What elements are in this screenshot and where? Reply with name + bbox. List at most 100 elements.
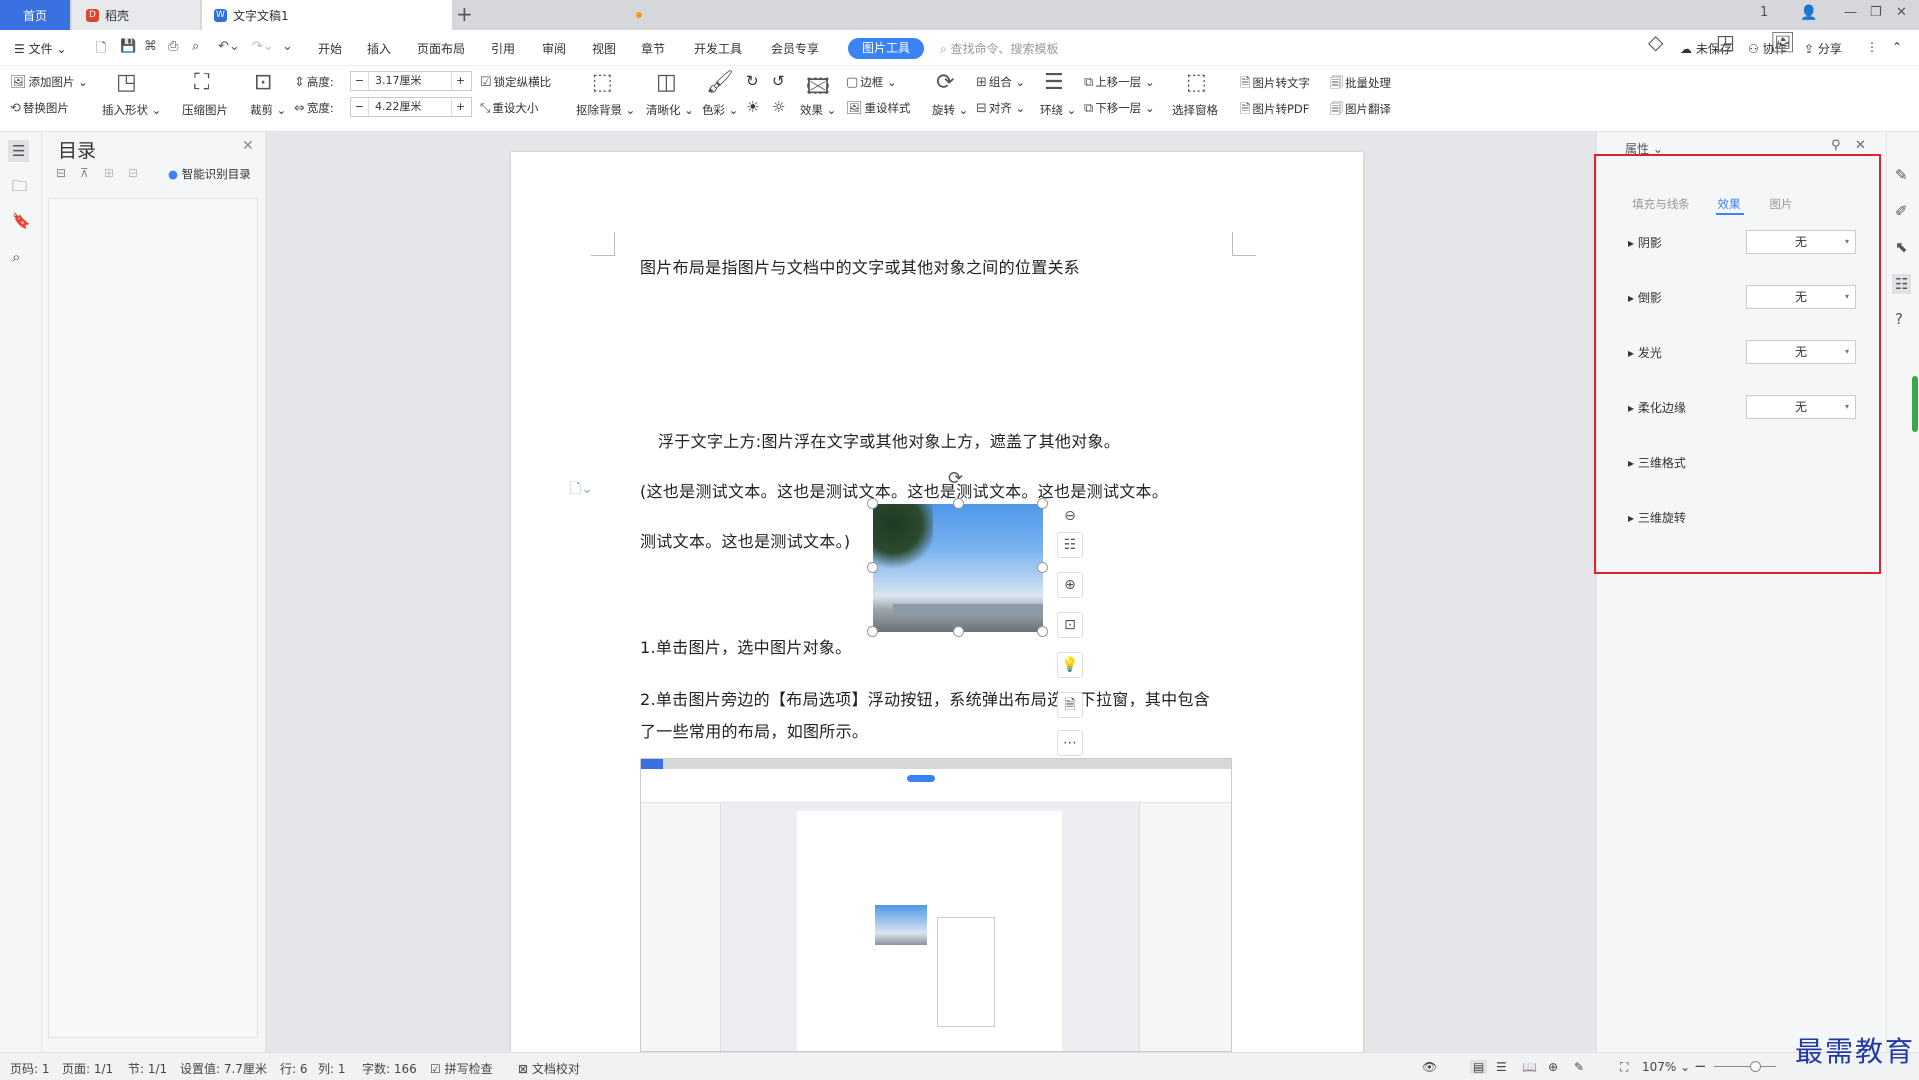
spell-check-button[interactable]: ☑ 拼写检查 [430, 1060, 493, 1077]
save-icon[interactable]: 💾 [120, 39, 136, 54]
pic-to-text-button[interactable]: 🗎 图片转文字 [1240, 74, 1310, 96]
doc-paragraph[interactable]: 2.单击图片旁边的【布局选项】浮动按钮，系统弹出布局选项下拉窗，其中包含 [640, 686, 1210, 710]
paragraph-marker-icon[interactable]: 🗋⌄ [570, 478, 593, 502]
toc-collapse-all-icon[interactable]: ⊟ [56, 166, 66, 180]
properties-icon[interactable]: ☷ [1892, 274, 1912, 294]
menu-reference[interactable]: 引用 [491, 40, 515, 57]
resize-handle[interactable] [1037, 626, 1048, 637]
style-icon[interactable]: ✎ [1895, 166, 1908, 184]
bring-forward-button[interactable]: ⧉ 上移一层 ⌄ [1084, 74, 1155, 90]
width-increase-button[interactable]: + [451, 98, 469, 116]
write-view-icon[interactable]: ✎ [1574, 1060, 1584, 1074]
height-decrease-button[interactable]: − [351, 72, 369, 90]
zoom-slider-track[interactable] [1714, 1066, 1776, 1067]
eye-protect-icon[interactable]: 👁 [1422, 1060, 1437, 1074]
rotate-left-icon[interactable]: ↻ [746, 72, 759, 90]
crop-float-icon[interactable]: ⊡ [1057, 612, 1083, 638]
more-icon[interactable]: ⋮ [1866, 40, 1878, 54]
selected-picture[interactable] [873, 504, 1043, 632]
status-page-num[interactable]: 页码: 1 [10, 1060, 50, 1077]
zoom-out-button[interactable]: − [1694, 1057, 1707, 1075]
embedded-screenshot-image[interactable] [640, 758, 1232, 1052]
wrap-button[interactable]: 环绕 ⌄ [1040, 102, 1076, 118]
tab-home[interactable]: 首页 [0, 0, 70, 30]
height-input[interactable]: 3.17厘米 [369, 72, 451, 90]
width-decrease-button[interactable]: − [351, 98, 369, 116]
status-row[interactable]: 行: 6 [280, 1060, 308, 1077]
status-setting[interactable]: 设置值: 7.7厘米 [180, 1060, 267, 1077]
share-button[interactable]: ⇪ 分享 [1804, 40, 1842, 57]
status-section[interactable]: 节: 1/1 [128, 1060, 167, 1077]
zoom-picture-icon[interactable]: ⊕ [1057, 572, 1083, 598]
menu-start[interactable]: 开始 [318, 40, 342, 57]
doc-paragraph[interactable]: (这也是测试文本。这也是测试文本。这也是测试文本。这也是测试文本。 [640, 478, 1168, 502]
resize-handle[interactable] [1037, 498, 1048, 509]
send-backward-button[interactable]: ⧉ 下移一层 ⌄ [1084, 100, 1155, 116]
tab-document[interactable]: W 文字文稿1 [202, 0, 642, 30]
nav-pane-icon[interactable]: 🗀 [12, 176, 27, 201]
batch-button[interactable]: 🗐 批量处理 [1330, 74, 1391, 96]
width-stepper[interactable]: −4.22厘米 + [350, 97, 472, 117]
align-button[interactable]: ⊟ 对齐 ⌄ [976, 100, 1025, 116]
brightness-down-icon[interactable]: ☼ [772, 98, 785, 116]
zoom-dropdown[interactable]: 107% ⌄ [1642, 1060, 1690, 1074]
new-doc-icon[interactable]: 🗋 [96, 39, 106, 61]
toc-close-icon[interactable]: ✕ [242, 138, 254, 154]
doc-paragraph[interactable]: 测试文本。这也是测试文本。) [640, 528, 850, 552]
menu-review[interactable]: 审阅 [542, 40, 566, 57]
reset-style-button[interactable]: 🖼 重设样式 [846, 100, 911, 116]
rotate-button[interactable]: 旋转 ⌄ [932, 102, 968, 118]
menu-page-layout[interactable]: 页面布局 [417, 40, 465, 57]
panel-close-icon[interactable]: ✕ [1855, 138, 1866, 153]
avatar[interactable]: 👤 [1800, 5, 1817, 21]
pic-translate-button[interactable]: 🗐 图片翻译 [1330, 100, 1391, 122]
toc-up-icon[interactable]: ⊼ [80, 166, 89, 180]
border-button[interactable]: ▢ 边框 ⌄ [846, 74, 897, 90]
toc-remove-icon[interactable]: ⊟ [128, 166, 138, 180]
brightness-up-icon[interactable]: ☀ [746, 98, 759, 116]
status-words[interactable]: 字数: 166 [362, 1060, 417, 1077]
resize-handle[interactable] [1037, 562, 1048, 573]
pic-to-text-float-icon[interactable]: 🗎 [1057, 692, 1083, 718]
menu-view[interactable]: 视图 [592, 40, 616, 57]
layout-options-icon[interactable]: ☷ [1057, 532, 1083, 558]
height-increase-button[interactable]: + [451, 72, 469, 90]
help-icon[interactable]: ? [1895, 310, 1903, 328]
minus-circle-icon[interactable]: ⊖ [1057, 504, 1083, 530]
doc-paragraph[interactable]: 1.单击图片，选中图片对象。 [640, 634, 851, 658]
select-icon[interactable]: ⬉ [1895, 238, 1908, 256]
reset-size-button[interactable]: ⤡ 重设大小 [480, 100, 538, 116]
toc-panel-icon[interactable]: ☰ [8, 140, 30, 162]
restore-button[interactable]: ❐ [1870, 5, 1882, 20]
pen-icon[interactable]: ✐ [1895, 202, 1908, 220]
status-page[interactable]: 页面: 1/1 [62, 1060, 113, 1077]
doc-paragraph[interactable]: 了一些常用的布局，如图所示。 [640, 718, 868, 742]
redo-icon[interactable]: ↷⌄ [252, 39, 274, 54]
resize-handle[interactable] [953, 498, 964, 509]
replace-picture-button[interactable]: ⟲ 替换图片 [10, 100, 69, 116]
close-button[interactable]: ✕ [1896, 5, 1907, 20]
rotate-handle-icon[interactable]: ⟳ [948, 468, 963, 489]
rotate-right-icon[interactable]: ↺ [772, 72, 785, 90]
resize-handle[interactable] [867, 498, 878, 509]
resize-handle[interactable] [867, 562, 878, 573]
doc-heading-line[interactable]: 图片布局是指图片与文档中的文字或其他对象之间的位置关系 [640, 254, 1080, 278]
print-preview-icon[interactable]: ⌕ [192, 39, 199, 54]
menu-chapter[interactable]: 章节 [641, 40, 665, 57]
minimize-button[interactable]: — [1844, 5, 1857, 20]
remove-bg-button[interactable]: 抠除背景 ⌄ [576, 102, 635, 118]
bookmark-icon[interactable]: 🔖 [12, 212, 31, 230]
add-picture-button[interactable]: 🖼 添加图片 ⌄ [10, 74, 88, 90]
insert-shape-button[interactable]: 插入形状 ⌄ [102, 102, 161, 118]
group-button[interactable]: ⊞ 组合 ⌄ [976, 74, 1025, 90]
side-progress-bar[interactable] [1912, 376, 1918, 432]
zoom-slider-thumb[interactable] [1750, 1061, 1761, 1072]
collapse-ribbon-icon[interactable]: ⌃ [1892, 40, 1902, 54]
color-button[interactable]: 色彩 ⌄ [702, 102, 738, 118]
fit-window-icon[interactable]: ⛶ [1620, 1060, 1628, 1075]
tab-daoke[interactable]: D 稻壳 [72, 0, 200, 30]
lock-ratio-checkbox[interactable]: ☑ 锁定纵横比 [480, 74, 551, 90]
sharpen-button[interactable]: 清晰化 ⌄ [646, 102, 694, 118]
toc-add-icon[interactable]: ⊞ [104, 166, 114, 180]
resize-handle[interactable] [867, 626, 878, 637]
